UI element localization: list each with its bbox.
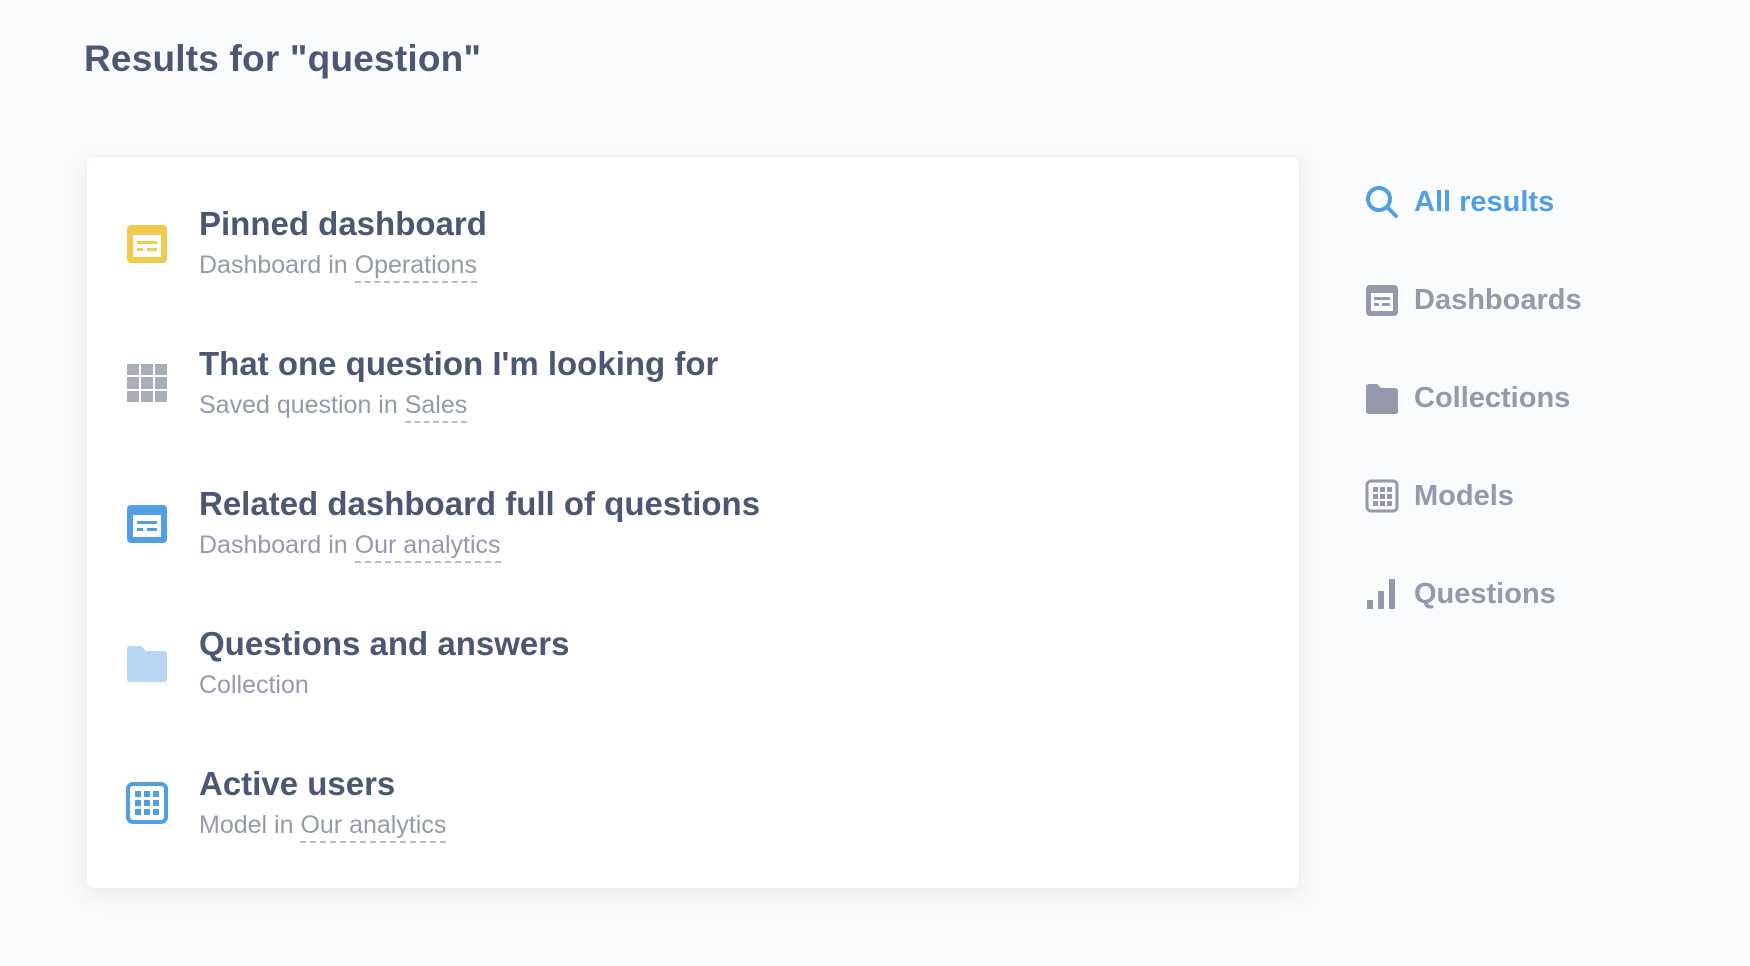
result-type: Dashboard in bbox=[199, 531, 355, 559]
result-title[interactable]: Related dashboard full of questions bbox=[199, 485, 760, 523]
result-item-collection[interactable]: Questions and answers Collection bbox=[87, 615, 1299, 725]
filter-questions[interactable]: Questions bbox=[1362, 574, 1702, 618]
result-item-saved-question[interactable]: That one question I'm looking for Saved … bbox=[87, 335, 1299, 445]
result-subtitle: Collection bbox=[199, 671, 309, 700]
result-type: Saved question in bbox=[199, 391, 405, 419]
filter-dashboards[interactable]: Dashboards bbox=[1362, 280, 1702, 324]
result-title[interactable]: Questions and answers bbox=[199, 625, 569, 663]
result-item-related-dashboard[interactable]: Related dashboard full of questions Dash… bbox=[87, 475, 1299, 585]
collection-link[interactable]: Operations bbox=[354, 251, 477, 283]
result-item-pinned-dashboard[interactable]: Pinned dashboard Dashboard in Operations bbox=[87, 195, 1299, 305]
result-title[interactable]: That one question I'm looking for bbox=[199, 345, 718, 383]
search-icon bbox=[1364, 184, 1400, 220]
search-results-list: Pinned dashboard Dashboard in Operations… bbox=[86, 156, 1300, 889]
result-title[interactable]: Pinned dashboard bbox=[199, 205, 487, 243]
filter-label: All results bbox=[1414, 186, 1555, 218]
filter-collections[interactable]: Collections bbox=[1362, 378, 1702, 422]
result-subtitle: Dashboard in Operations bbox=[199, 251, 477, 283]
model-icon bbox=[1364, 478, 1400, 514]
page-title: Results for "question" bbox=[84, 38, 482, 79]
table-grid-icon bbox=[125, 361, 169, 405]
bar-chart-icon bbox=[1364, 576, 1400, 612]
collection-link[interactable]: Our analytics bbox=[300, 811, 447, 843]
result-title[interactable]: Active users bbox=[199, 765, 395, 803]
filter-label: Collections bbox=[1414, 382, 1571, 414]
result-type: Collection bbox=[199, 671, 309, 699]
filter-label: Models bbox=[1414, 480, 1514, 512]
filter-label: Dashboards bbox=[1414, 284, 1582, 316]
dashboard-icon bbox=[125, 501, 169, 545]
dashboard-icon bbox=[1364, 282, 1400, 318]
collection-link[interactable]: Our analytics bbox=[354, 531, 501, 563]
result-subtitle: Saved question in Sales bbox=[199, 391, 468, 423]
collection-link[interactable]: Sales bbox=[404, 391, 468, 423]
folder-icon bbox=[1364, 380, 1400, 416]
folder-icon bbox=[125, 641, 169, 685]
result-subtitle: Model in Our analytics bbox=[199, 811, 447, 843]
result-type: Dashboard in bbox=[199, 251, 355, 279]
filter-all-results[interactable]: All results bbox=[1362, 182, 1702, 226]
result-subtitle: Dashboard in Our analytics bbox=[199, 531, 501, 563]
filter-models[interactable]: Models bbox=[1362, 476, 1702, 520]
dashboard-icon bbox=[125, 221, 169, 265]
model-icon bbox=[125, 781, 169, 825]
result-item-model[interactable]: Active users Model in Our analytics bbox=[87, 755, 1299, 865]
filter-label: Questions bbox=[1414, 578, 1556, 610]
result-type: Model in bbox=[199, 811, 301, 839]
